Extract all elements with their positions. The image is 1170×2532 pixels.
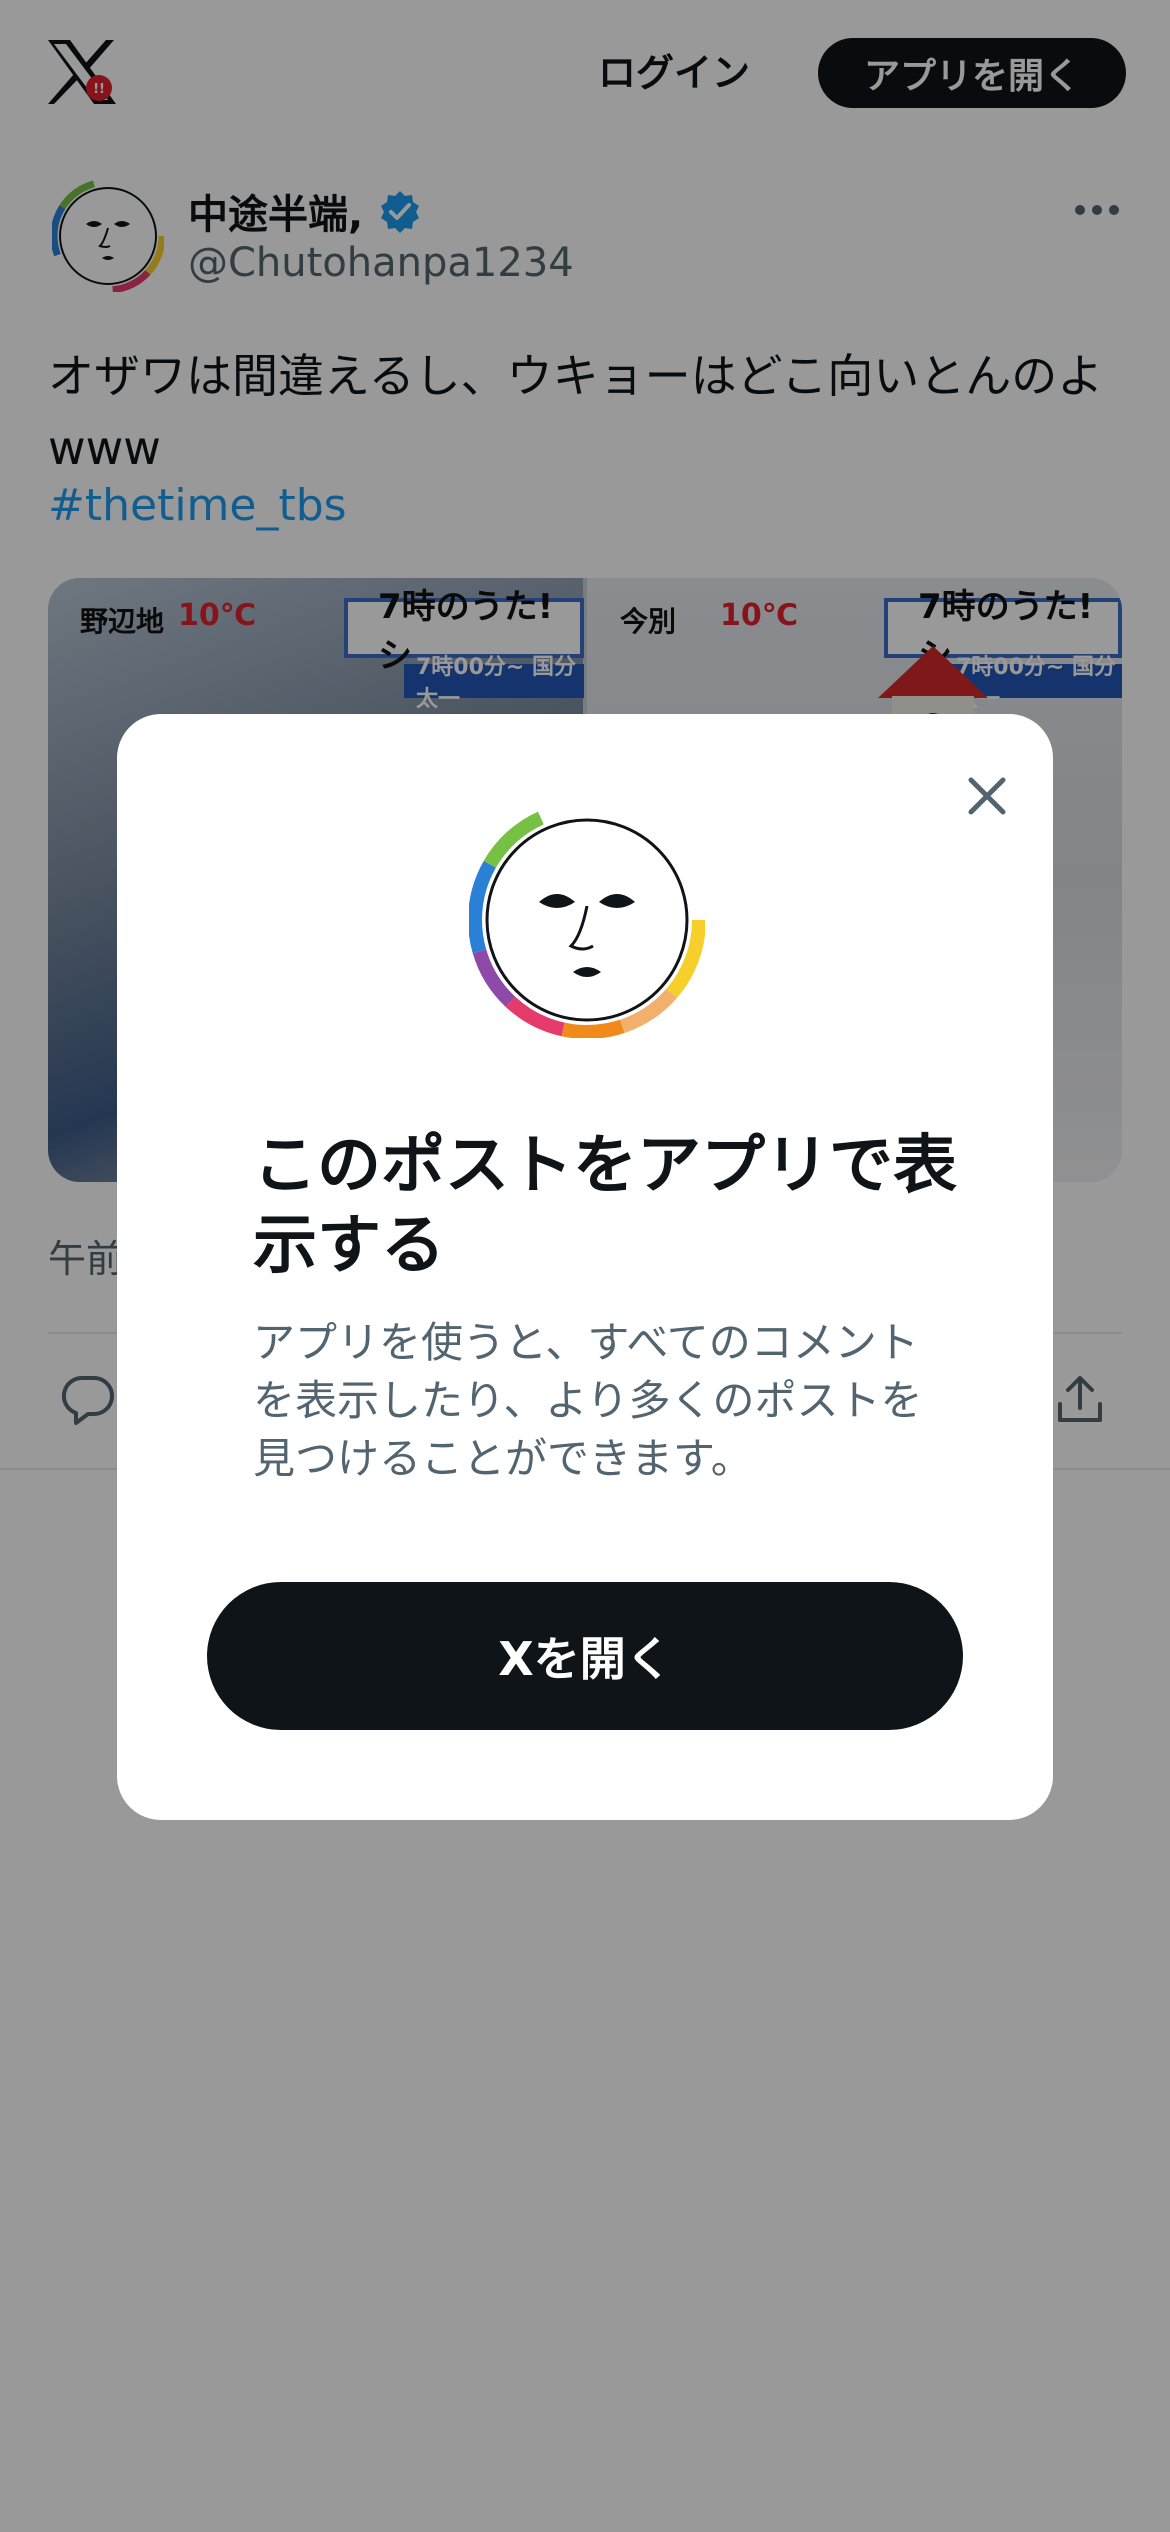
profile-logo-image <box>468 801 706 1039</box>
close-icon[interactable] <box>955 764 1019 828</box>
page: !! ログイン アプリを開く 中途半端, @Chutohanpa1234 オザワ… <box>0 0 1170 2532</box>
modal-title: このポストをアプリで表示する <box>253 1129 957 1283</box>
open-in-app-modal: このポストをアプリで表示する アプリを使うと、すべてのコメントを表示したり、より… <box>117 714 1053 1820</box>
modal-description: アプリを使うと、すべてのコメントを表示したり、より多くのポストを見つけることがで… <box>253 1318 923 1483</box>
open-x-button[interactable]: Xを開く <box>207 1582 963 1730</box>
